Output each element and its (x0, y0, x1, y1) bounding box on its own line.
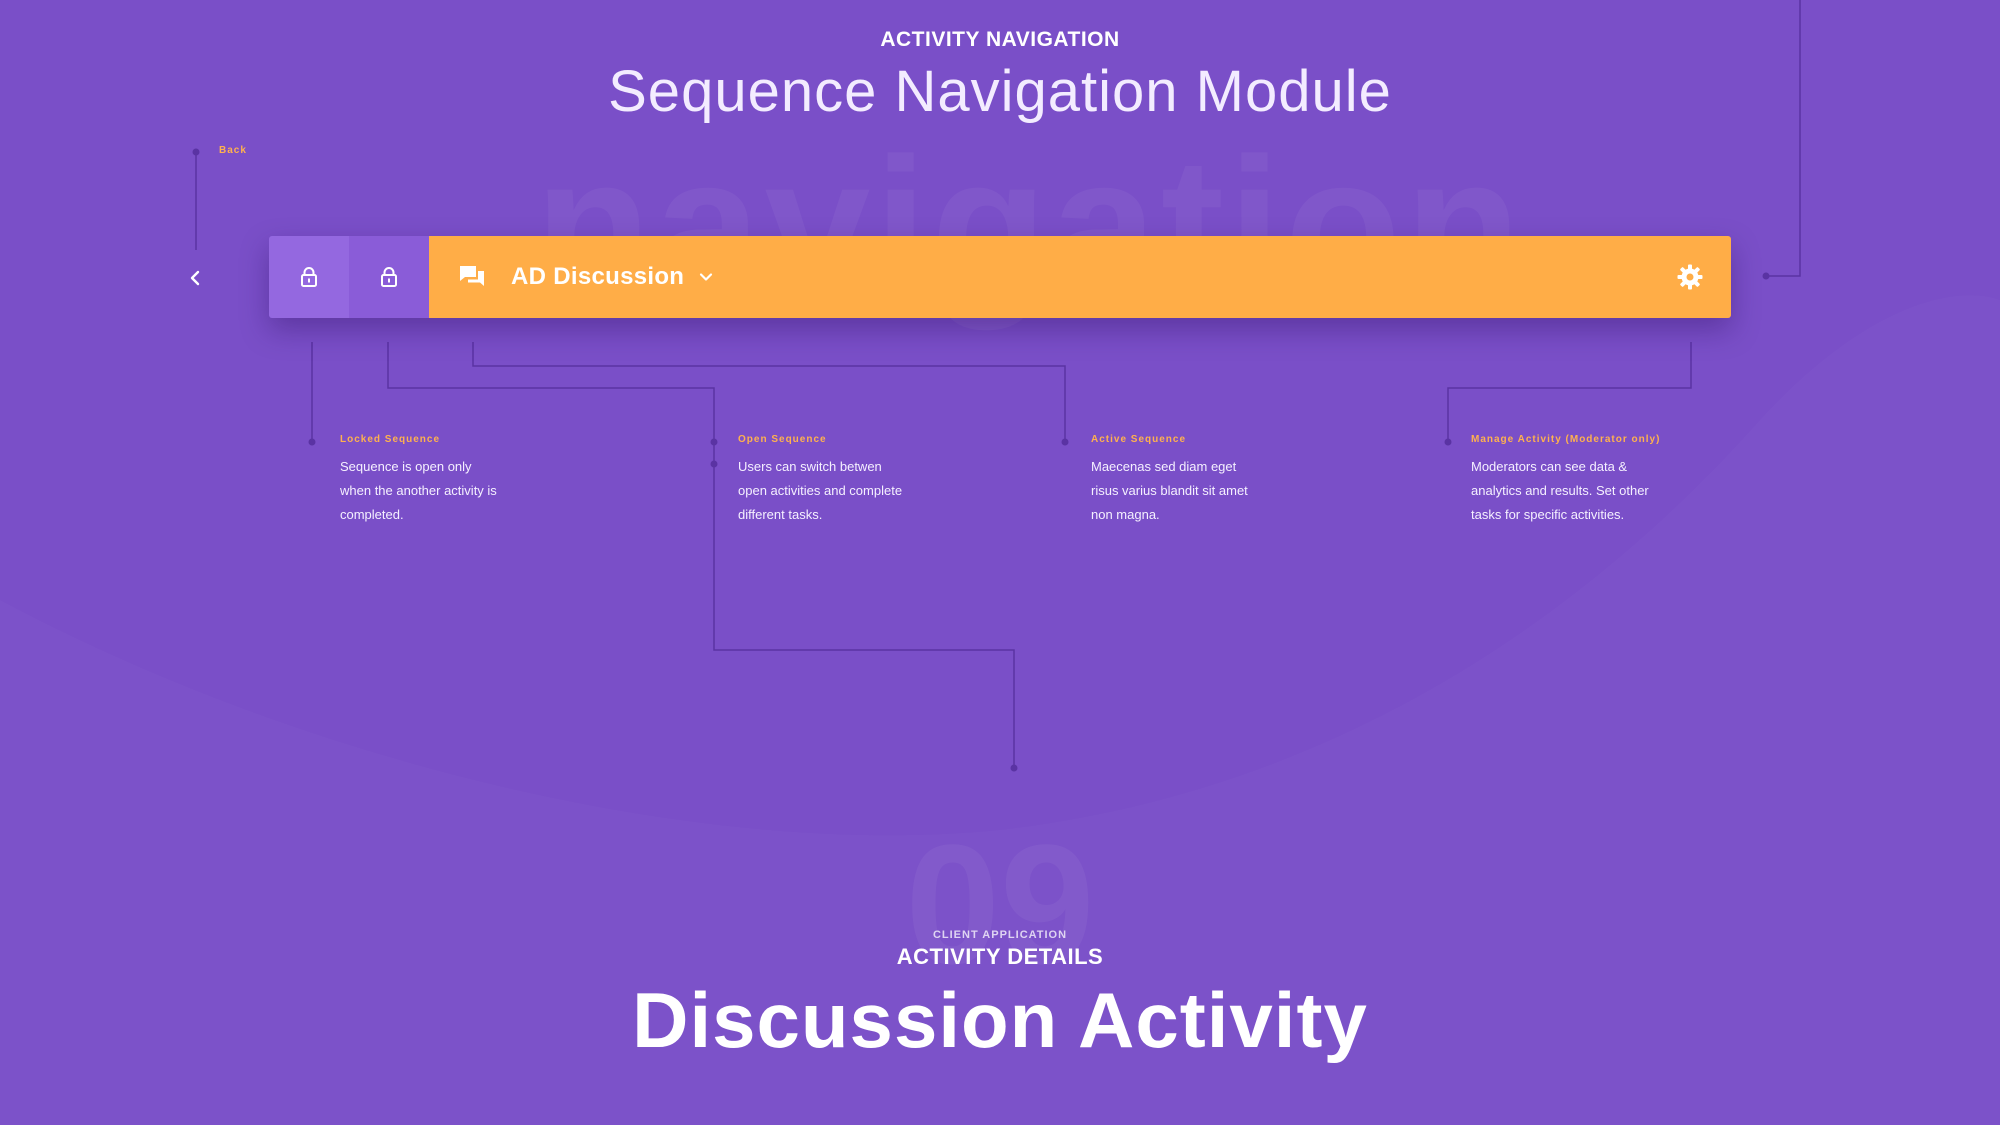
chevron-down-icon[interactable] (698, 269, 714, 285)
sequence-navigation-bar: AD Discussion (269, 236, 1731, 318)
annotation-locked-sequence: Locked Sequence Sequence is open only wh… (340, 434, 570, 527)
page-title: Sequence Navigation Module (608, 59, 1392, 124)
section-subheading: ACTIVITY DETAILS (896, 944, 1104, 969)
locked-sequence-button[interactable] (269, 236, 349, 318)
gear-icon[interactable] (1677, 264, 1703, 290)
annotation-title: Manage Activity (Moderator only) (1471, 434, 1661, 445)
section-label: ACTIVITY NAVIGATION (880, 28, 1120, 51)
annotation-title: Active Sequence (1091, 434, 1187, 445)
annotation-description: Maecenas sed diam eget risus varius blan… (1091, 459, 1248, 522)
active-sequence-segment[interactable]: AD Discussion (429, 236, 1731, 318)
annotation-title: Open Sequence (738, 434, 827, 445)
annotation-description: Users can switch betwen open activities … (738, 459, 903, 522)
hero-title: Discussion Activity (632, 976, 1368, 1064)
chat-icon (460, 266, 484, 286)
annotation-title: Locked Sequence (340, 434, 441, 445)
annotation-description: Sequence is open only when the another a… (340, 459, 497, 522)
eyebrow-label: CLIENT APPLICATION (932, 929, 1068, 941)
open-sequence-button[interactable] (349, 236, 429, 318)
back-button[interactable] (186, 268, 206, 288)
active-sequence-title: AD Discussion (511, 263, 685, 290)
annotation-active-sequence: Active Sequence Maecenas sed diam eget r… (1091, 434, 1321, 527)
annotation-open-sequence: Open Sequence Users can switch betwen op… (738, 434, 968, 527)
lock-icon (301, 267, 317, 287)
lock-icon (381, 267, 397, 287)
annotation-manage-activity: Manage Activity (Moderator only) Moderat… (1471, 434, 1731, 527)
chevron-left-icon (190, 270, 200, 286)
back-label: Back (219, 145, 247, 156)
annotation-description: Moderators can see data & analytics and … (1471, 459, 1649, 522)
